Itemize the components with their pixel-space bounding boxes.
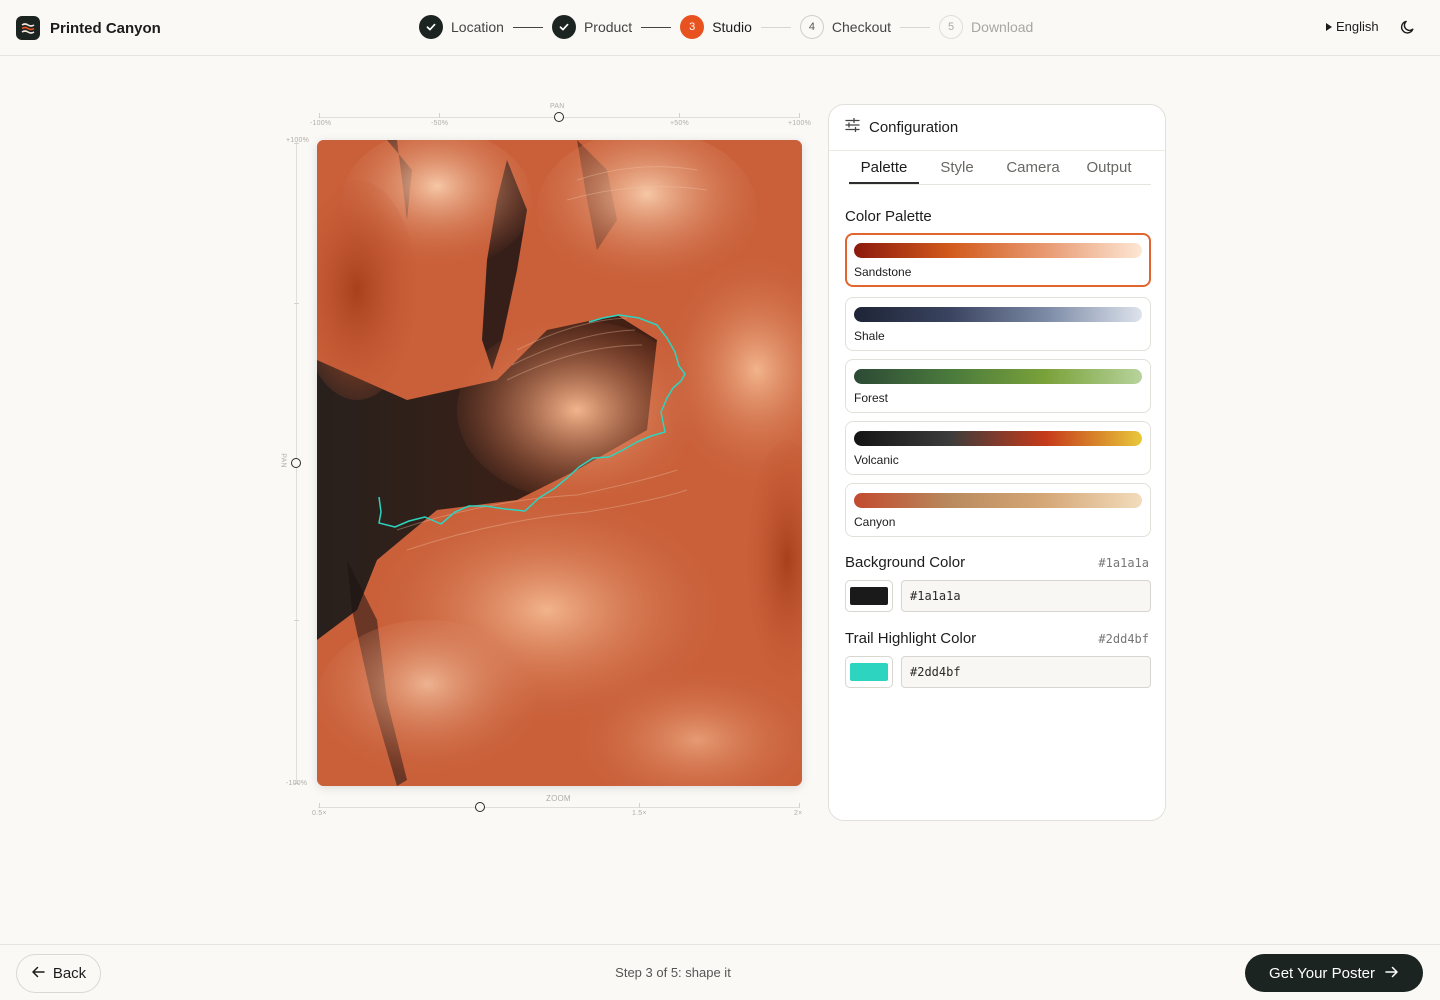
ruler-tick — [294, 303, 299, 304]
palette-gradient — [854, 243, 1142, 258]
logo-icon — [16, 16, 40, 40]
ruler-tick-label: 1.5× — [632, 810, 647, 817]
zoom-label: ZOOM — [546, 794, 571, 803]
palette-gradient — [854, 369, 1142, 384]
ruler-tick-label: -100% — [310, 120, 332, 127]
ruler-tick-label: 0.5× — [312, 810, 327, 817]
step-checkout[interactable]: 4 Checkout — [799, 15, 892, 39]
ruler-tick-label: +100% — [286, 137, 309, 144]
cta-label: Get Your Poster — [1269, 964, 1375, 982]
pan-y-handle[interactable] — [291, 458, 301, 468]
background-color-hex: #1a1a1a — [1098, 556, 1149, 570]
palette-name: Forest — [854, 391, 889, 405]
brand-name: Printed Canyon — [50, 19, 161, 37]
ruler-tick-label: -100% — [286, 780, 308, 787]
palette-option-volcanic[interactable]: Volcanic — [845, 421, 1151, 475]
step-progress-text: Step 3 of 5: shape it — [615, 965, 731, 980]
step-label: Download — [971, 19, 1034, 35]
poster-canvas-area: PAN -100% -50% +50% +100% PAN +100% -100… — [270, 100, 815, 820]
tab-palette[interactable]: Palette — [849, 151, 919, 184]
panel-title: Configuration — [869, 119, 959, 136]
zoom-ruler[interactable] — [318, 807, 800, 808]
ruler-tick-label: +100% — [788, 120, 811, 127]
trail-swatch — [850, 663, 888, 681]
check-icon — [551, 15, 576, 39]
background-color-picker[interactable] — [845, 580, 893, 612]
step-product[interactable]: Product — [551, 15, 633, 39]
step-label: Checkout — [831, 19, 892, 35]
config-tabs: Palette Style Camera Output — [849, 151, 1151, 185]
trail-color-picker[interactable] — [845, 656, 893, 688]
tab-camera[interactable]: Camera — [995, 151, 1071, 184]
step-studio[interactable]: 3 Studio — [680, 15, 752, 39]
check-icon — [419, 15, 443, 39]
palette-gradient — [854, 493, 1142, 508]
step-location[interactable]: Location — [419, 15, 504, 39]
step-connector — [900, 26, 931, 28]
ruler-tick — [679, 113, 680, 118]
step-download[interactable]: 5 Download — [939, 15, 1033, 39]
step-number: 5 — [939, 15, 964, 39]
zoom-handle[interactable] — [475, 802, 485, 812]
palette-name: Volcanic — [854, 453, 899, 467]
sliders-icon — [845, 117, 860, 137]
panel-header: Configuration — [829, 105, 1165, 151]
pan-x-handle[interactable] — [554, 112, 564, 122]
step-label: Product — [583, 19, 633, 35]
step-connector — [641, 26, 672, 28]
play-icon — [1326, 22, 1332, 31]
palette-name: Sandstone — [854, 265, 912, 279]
step-connector — [760, 26, 791, 28]
ruler-tick — [799, 803, 800, 808]
brand[interactable]: Printed Canyon — [16, 16, 161, 40]
palette-name: Canyon — [854, 515, 896, 529]
terrain-render — [317, 140, 802, 786]
tab-style[interactable]: Style — [919, 151, 995, 184]
step-label: Location — [451, 19, 504, 35]
arrow-right-icon — [1385, 965, 1399, 982]
trail-color-hex: #2dd4bf — [1098, 632, 1149, 646]
trail-color-input[interactable] — [901, 656, 1151, 688]
language-label: English — [1336, 19, 1379, 34]
ruler-tick — [639, 803, 640, 808]
language-toggle[interactable]: English — [1326, 19, 1379, 34]
progress-stepper: Location Product 3 Studio 4 Checkout 5 D… — [419, 15, 1033, 39]
pan-left-label: PAN — [279, 453, 287, 468]
palette-option-canyon[interactable]: Canyon — [845, 483, 1151, 537]
palette-option-sandstone[interactable]: Sandstone — [845, 233, 1151, 287]
ruler-tick-label: 2× — [794, 810, 803, 817]
palette-gradient — [854, 431, 1142, 446]
ruler-tick — [319, 113, 320, 118]
get-poster-button[interactable]: Get Your Poster — [1245, 954, 1423, 992]
background-color-label: Background Color — [845, 554, 966, 571]
tab-output[interactable]: Output — [1071, 151, 1147, 184]
poster-preview[interactable] — [317, 140, 802, 786]
configuration-panel: Configuration Palette Style Camera Outpu… — [828, 104, 1166, 821]
top-bar: Printed Canyon Location Product 3 Studio… — [0, 0, 1440, 56]
background-color-input[interactable] — [901, 580, 1151, 612]
color-palette-label: Color Palette — [845, 208, 932, 225]
palette-name: Shale — [854, 329, 885, 343]
ruler-tick-label: +50% — [670, 120, 689, 127]
ruler-tick — [799, 113, 800, 118]
trail-color-label: Trail Highlight Color — [845, 630, 977, 647]
ruler-tick-label: -50% — [431, 120, 449, 127]
pan-top-label: PAN — [550, 103, 565, 110]
background-swatch — [850, 587, 888, 605]
palette-option-forest[interactable]: Forest — [845, 359, 1151, 413]
ruler-tick — [319, 803, 320, 808]
step-connector — [512, 26, 543, 28]
step-label: Studio — [712, 19, 752, 35]
step-number: 4 — [799, 15, 824, 39]
ruler-tick — [294, 620, 299, 621]
palette-option-shale[interactable]: Shale — [845, 297, 1151, 351]
bottom-bar: Back Step 3 of 5: shape it Get Your Post… — [0, 944, 1440, 1000]
palette-gradient — [854, 307, 1142, 322]
ruler-tick — [439, 113, 440, 118]
step-number: 3 — [680, 15, 705, 39]
moon-icon[interactable] — [1400, 19, 1416, 40]
